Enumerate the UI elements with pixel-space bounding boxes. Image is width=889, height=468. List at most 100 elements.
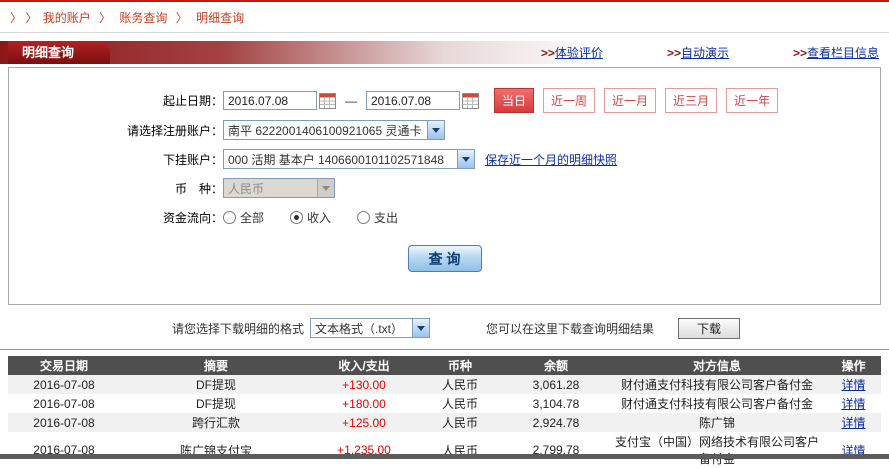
top-link-label: 查看栏目信息 — [806, 46, 879, 60]
cell-action: 详情 — [826, 394, 881, 413]
flow-radio-option[interactable]: 全部 — [223, 209, 264, 226]
date-to-input[interactable] — [366, 91, 460, 110]
transactions-table: 交易日期 摘要 收入/支出 币种 余额 对方信息 操作 2016-07-08 D… — [8, 356, 881, 468]
flow-direction-row: 资金流向： 全部 收入 支出 — [9, 205, 880, 229]
cell-transaction-date: 2016-07-08 — [33, 377, 95, 392]
quick-range-buttons: 当日 近一周 近一月 近三月 近一年 — [494, 88, 779, 113]
quick-range-button[interactable]: 当日 — [494, 88, 535, 113]
sub-account-label: 下挂账户： — [162, 152, 223, 167]
cell-action: 详情 — [826, 413, 881, 432]
detail-link[interactable]: 详情 — [841, 416, 865, 430]
flow-radio-option[interactable]: 支出 — [357, 209, 398, 226]
download-format-value: 文本格式（.txt） — [315, 321, 404, 336]
cell-transaction-date: 2016-07-08 — [33, 415, 95, 430]
breadcrumb-separator: 〉 — [175, 11, 188, 25]
currency-label: 币 种： — [174, 181, 223, 196]
calendar-icon[interactable] — [319, 92, 336, 109]
flow-direction-label: 资金流向： — [162, 210, 223, 225]
register-account-value: 南平 6222001406100921065 灵通卡 — [228, 123, 422, 138]
top-links: >>体验评价 >>自动演示 >>查看栏目信息 — [541, 41, 879, 64]
top-link[interactable]: >>查看栏目信息 — [793, 44, 879, 61]
top-link-label: 体验评价 — [554, 46, 603, 60]
breadcrumb-item-account-query[interactable]: 账务查询 — [119, 11, 167, 25]
breadcrumb-item-detail-query: 明细查询 — [196, 11, 245, 25]
table-header-cell: 操作 — [826, 356, 881, 375]
cell-amount: +125.00 — [342, 415, 386, 430]
download-format-label: 请您选择下载明细的格式 — [172, 321, 305, 336]
detail-link[interactable]: 详情 — [841, 378, 865, 392]
breadcrumb-prefix: 〉 〉 — [10, 11, 38, 25]
cell-transaction-date: 2016-07-08 — [33, 396, 95, 411]
quick-range-button[interactable]: 近三月 — [665, 88, 718, 113]
query-button[interactable]: 查 询 — [407, 245, 482, 272]
cell-balance: 2,924.78 — [532, 415, 580, 430]
register-account-row: 请选择注册账户： 南平 6222001406100921065 灵通卡 — [9, 118, 880, 142]
table-row: 2016-07-08 DF提现 +180.00 人民币 3,104.78 财付通… — [8, 394, 881, 413]
table-header-cell: 摘要 — [120, 356, 312, 375]
register-account-select[interactable]: 南平 6222001406100921065 灵通卡 — [223, 120, 445, 140]
currency-select: 人民币 — [223, 178, 335, 198]
download-format-select[interactable]: 文本格式（.txt） — [310, 318, 431, 338]
detail-link[interactable]: 详情 — [841, 397, 865, 411]
cell-currency: 人民币 — [441, 443, 478, 458]
radio-icon — [223, 210, 236, 224]
sub-account-select[interactable]: 000 活期 基本户 1406600101102571848 — [223, 149, 475, 169]
cell-summary: 陈广锦支付宝 — [179, 443, 252, 458]
section-divider — [0, 349, 889, 350]
table-header-cell: 币种 — [416, 356, 504, 375]
cell-counterparty: 支付宝（中国）网络技术有限公司客户备付金 — [614, 435, 819, 466]
radio-icon — [290, 210, 304, 224]
top-link[interactable]: >>体验评价 — [541, 44, 603, 61]
cell-balance: 2,799.78 — [532, 443, 580, 457]
flow-radio-label: 全部 — [240, 210, 265, 225]
chevron-down-icon — [457, 150, 474, 168]
cell-amount: +180.00 — [342, 396, 386, 411]
table-row: 2016-07-08 跨行汇款 +125.00 人民币 2,924.78 陈广锦… — [8, 413, 881, 432]
double-arrow-icon: >> — [792, 46, 807, 60]
download-button[interactable]: 下载 — [678, 317, 741, 339]
snapshot-link[interactable]: 保存近一个月的明细快照 — [485, 151, 617, 168]
table-header-row: 交易日期 摘要 收入/支出 币种 余额 对方信息 操作 — [8, 356, 881, 375]
cell-action: 详情 — [826, 375, 881, 394]
top-link[interactable]: >>自动演示 — [667, 44, 729, 61]
chevron-down-icon — [427, 121, 444, 139]
cell-summary: 跨行汇款 — [191, 416, 240, 430]
double-arrow-icon: >> — [666, 46, 681, 60]
calendar-icon[interactable] — [462, 92, 479, 109]
quick-range-button[interactable]: 近一月 — [604, 88, 657, 113]
table-header-cell: 收入/支出 — [312, 356, 416, 375]
panel-header: 明细查询 >>体验评价 >>自动演示 >>查看栏目信息 — [0, 41, 889, 64]
cell-balance: 3,061.28 — [532, 377, 580, 392]
sub-account-value: 000 活期 基本户 1406600101102571848 — [228, 152, 444, 167]
cell-counterparty: 财付通支付科技有限公司客户备付金 — [620, 378, 813, 392]
download-hint: 您可以在这里下载查询明细结果 — [486, 321, 655, 336]
chevron-down-icon — [412, 319, 430, 337]
cell-counterparty: 财付通支付科技有限公司客户备付金 — [620, 397, 813, 411]
chevron-down-icon — [317, 179, 334, 197]
date-from-input[interactable] — [223, 91, 317, 110]
footer-bar — [0, 454, 889, 459]
date-range-dash: — — [345, 93, 357, 108]
breadcrumb-separator: 〉 — [99, 11, 112, 25]
cell-amount: +130.00 — [342, 377, 386, 392]
sub-account-row: 下挂账户： 000 活期 基本户 1406600101102571848 保存近… — [9, 147, 880, 171]
table-header-cell: 交易日期 — [8, 356, 120, 375]
breadcrumb: 〉 〉 我的账户 〉 账务查询 〉 明细查询 — [0, 2, 889, 33]
breadcrumb-item-my-account[interactable]: 我的账户 — [43, 11, 91, 25]
table-header-cell: 对方信息 — [608, 356, 826, 375]
panel-title: 明细查询 — [8, 41, 111, 64]
flow-radio-label: 支出 — [374, 210, 399, 225]
cell-summary: DF提现 — [196, 397, 236, 411]
date-range-row: 起止日期： — 当日 — [9, 88, 880, 113]
table-row: 2016-07-08 DF提现 +130.00 人民币 3,061.28 财付通… — [8, 375, 881, 394]
cell-action: 详情 — [826, 432, 881, 468]
quick-range-button[interactable]: 近一周 — [543, 88, 596, 113]
quick-range-button[interactable]: 近一年 — [726, 88, 779, 113]
cell-currency: 人民币 — [441, 378, 478, 392]
download-row: 请您选择下载明细的格式 文本格式（.txt） 您可以在这里下载查询明细结果 下载 — [0, 317, 889, 339]
double-arrow-icon: >> — [540, 46, 555, 60]
flow-radio-option[interactable]: 收入 — [290, 209, 331, 226]
cell-currency: 人民币 — [441, 397, 478, 411]
cell-transaction-date: 2016-07-08 — [33, 443, 95, 457]
date-range-label: 起止日期： — [162, 94, 223, 108]
